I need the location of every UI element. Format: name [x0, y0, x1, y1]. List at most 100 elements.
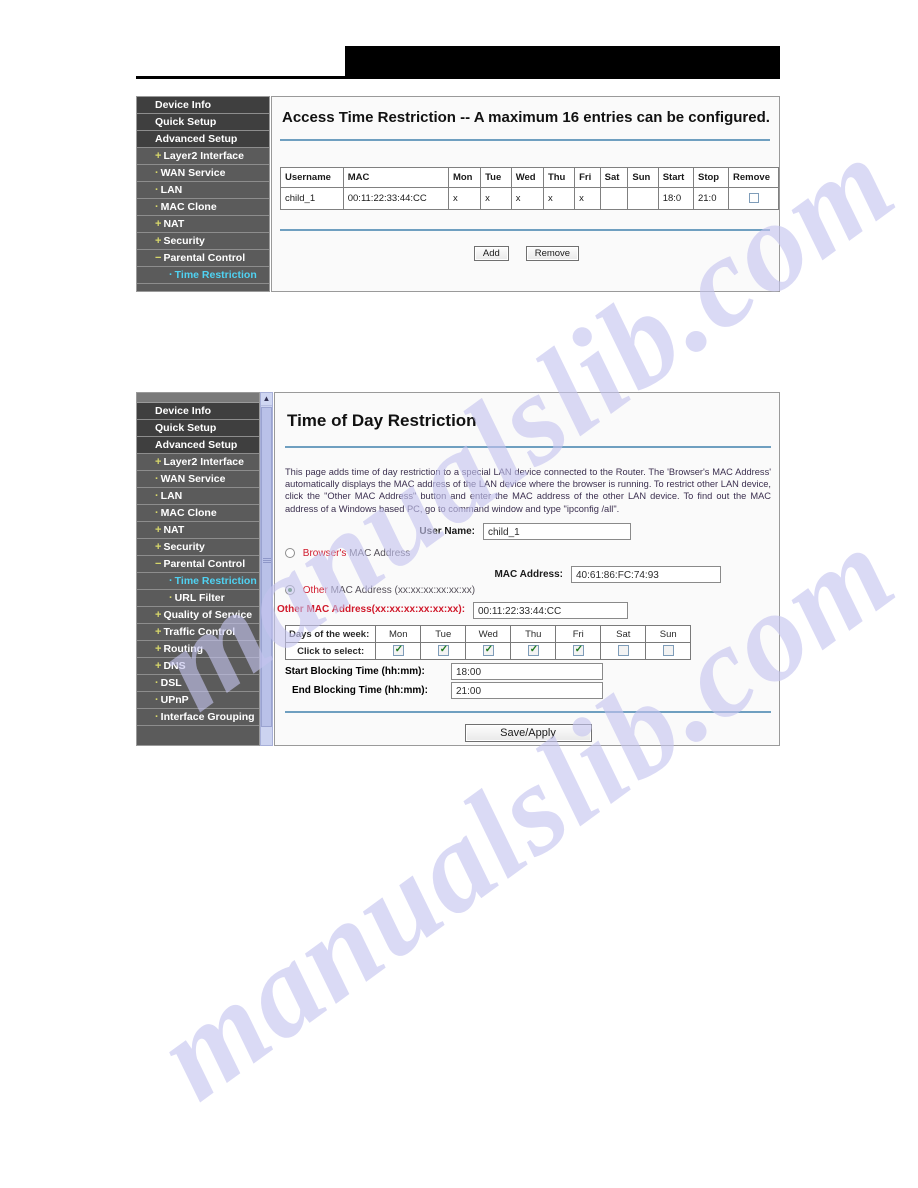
column-header: MAC — [342, 167, 449, 188]
main-content-panel: Access Time Restriction -- A maximum 16 … — [271, 96, 780, 292]
day-header-tue: Tue — [420, 625, 467, 643]
sidebar-item-device-info[interactable]: Device Info — [137, 403, 259, 420]
browsers-mac-radio-row[interactable]: Browser's MAC Address — [285, 548, 410, 559]
sidebar-item-mac-clone[interactable]: · MAC Clone — [137, 505, 259, 522]
start-blocking-input[interactable]: 18:00 — [451, 663, 603, 680]
sidebar-bullet-icon: + — [155, 524, 162, 536]
sidebar-item-label: WAN Service — [160, 167, 226, 179]
sidebar-item-label: Layer2 Interface — [163, 150, 244, 162]
remove-checkbox[interactable] — [748, 193, 759, 204]
sidebar-item-quick-setup[interactable]: Quick Setup — [137, 420, 259, 437]
sidebar-item-lan[interactable]: · LAN — [137, 182, 269, 199]
sidebar-bullet-icon: · — [155, 473, 159, 485]
day-checkbox-cell-wed[interactable] — [465, 642, 512, 660]
sidebar-item-label: LAN — [160, 184, 183, 196]
sidebar-item-device-info[interactable]: Device Info — [137, 97, 269, 114]
column-header: Remove — [728, 167, 779, 188]
cell-username: child_1 — [280, 187, 344, 210]
table-row: child_1 00:11:22:33:44:CC x x x x x 18:0 21:0 — [280, 187, 779, 210]
user-name-row: User Name: child_1 — [275, 523, 781, 540]
browsers-mac-radio[interactable] — [285, 548, 295, 559]
sidebar-item-security[interactable]: + Security — [137, 539, 259, 556]
column-header: Tue — [480, 167, 512, 188]
day-checkbox-cell-mon[interactable] — [375, 642, 422, 660]
sidebar-item-dsl[interactable]: · DSL — [137, 675, 259, 692]
other-mac-label-accent: Other — [302, 585, 328, 596]
sidebar-item-upnp[interactable]: · UPnP — [137, 692, 259, 709]
sidebar-item-interface-grouping[interactable]: · Interface Grouping — [137, 709, 259, 726]
day-checkbox-thu[interactable] — [527, 643, 539, 657]
sidebar-bullet-icon: + — [155, 609, 162, 621]
sidebar-item-label: NAT — [163, 218, 185, 230]
sidebar-item-security[interactable]: + Security — [137, 233, 269, 250]
day-checkbox-wed[interactable] — [482, 643, 494, 657]
scrollbar-thumb[interactable] — [261, 407, 272, 727]
sidebar-item-label: UPnP — [160, 694, 189, 706]
sidebar-item-time-restriction[interactable]: · Time Restriction — [137, 573, 259, 590]
column-header: Username — [280, 167, 344, 188]
day-header-mon: Mon — [375, 625, 422, 643]
column-header: Fri — [574, 167, 601, 188]
panel1-button-row: Add Remove — [272, 243, 781, 261]
sidebar-item-nat[interactable]: + NAT — [137, 216, 269, 233]
save-apply-button[interactable]: Save/Apply — [464, 724, 592, 742]
cell-thu: x — [542, 187, 576, 210]
other-mac-radio-row[interactable]: Other MAC Address (xx:xx:xx:xx:xx:xx) — [285, 585, 475, 596]
cell-mac: 00:11:22:33:44:CC — [342, 187, 449, 210]
day-checkbox-cell-fri[interactable] — [555, 642, 602, 660]
browsers-mac-label: MAC Address — [349, 548, 411, 559]
panel2-button-row: Save/Apply — [275, 723, 781, 742]
other-mac-radio[interactable] — [285, 585, 295, 596]
sidebar-bullet-icon: + — [155, 235, 162, 247]
scroll-up-arrow-icon[interactable]: ▲ — [261, 393, 272, 406]
day-checkbox-tue[interactable] — [437, 643, 449, 657]
sidebar-item-layer2-interface[interactable]: + Layer2 Interface — [137, 148, 269, 165]
sidebar-item-parental-control[interactable]: − Parental Control — [137, 556, 259, 573]
add-button[interactable]: Add — [473, 246, 509, 261]
sidebar-scrollbar[interactable]: ▲ — [260, 392, 273, 746]
day-checkbox-cell-sat[interactable] — [600, 642, 647, 660]
navigation-sidebar: Device Info Quick Setup Advanced Setup + Lay… — [136, 392, 260, 746]
day-checkbox-cell-tue[interactable] — [420, 642, 467, 660]
cell-tue: x — [480, 187, 512, 210]
sidebar-item-label: Advanced Setup — [155, 133, 238, 145]
sidebar-bullet-icon: · — [155, 694, 159, 706]
sidebar-item-routing[interactable]: + Routing — [137, 641, 259, 658]
sidebar-item-quick-setup[interactable]: Quick Setup — [137, 114, 269, 131]
sidebar-item-url-filter[interactable]: · URL Filter — [137, 590, 259, 607]
remove-button[interactable]: Remove — [525, 246, 580, 261]
day-checkbox-sun[interactable] — [662, 645, 674, 657]
page-title: Time of Day Restriction — [287, 411, 477, 430]
sidebar-item-layer2-interface[interactable]: + Layer2 Interface — [137, 454, 259, 471]
sidebar-item-dns[interactable]: + DNS — [137, 658, 259, 675]
column-header: Wed — [510, 167, 544, 188]
sidebar-bullet-icon: · — [155, 507, 159, 519]
day-checkbox-cell-sun[interactable] — [645, 642, 692, 660]
sidebar-item-lan[interactable]: · LAN — [137, 488, 259, 505]
sidebar-item-wan-service[interactable]: · WAN Service — [137, 471, 259, 488]
sidebar-item-traffic-control[interactable]: + Traffic Control — [137, 624, 259, 641]
cell-start: 18:0 — [657, 187, 694, 210]
other-mac-input[interactable]: 00:11:22:33:44:CC — [473, 602, 628, 619]
day-checkbox-cell-thu[interactable] — [510, 642, 557, 660]
sidebar-item-advanced-setup[interactable]: Advanced Setup — [137, 437, 259, 454]
day-checkbox-sat[interactable] — [617, 645, 629, 657]
sidebar-item-label: DNS — [163, 660, 186, 672]
title-divider — [285, 446, 771, 448]
user-name-input[interactable]: child_1 — [483, 523, 631, 540]
sidebar-item-mac-clone[interactable]: · MAC Clone — [137, 199, 269, 216]
sidebar-item-wan-service[interactable]: · WAN Service — [137, 165, 269, 182]
sidebar-bullet-icon: · — [169, 575, 173, 587]
mac-address-input[interactable]: 40:61:86:FC:74:93 — [571, 566, 721, 583]
end-blocking-input[interactable]: 21:00 — [451, 682, 603, 699]
sidebar-item-quality-of-service[interactable]: + Quality of Service — [137, 607, 259, 624]
day-checkbox-fri[interactable] — [572, 643, 584, 657]
sidebar-item-parental-control[interactable]: − Parental Control — [137, 250, 269, 267]
sidebar-item-advanced-setup[interactable]: Advanced Setup — [137, 131, 269, 148]
day-checkbox-mon[interactable] — [392, 643, 404, 657]
sidebar-item-label: Time Restriction — [174, 269, 257, 281]
sidebar-item-time-restriction[interactable]: · Time Restriction — [137, 267, 269, 284]
title-divider — [280, 139, 770, 141]
sidebar-item-label: Parental Control — [163, 558, 246, 570]
sidebar-item-nat[interactable]: + NAT — [137, 522, 259, 539]
